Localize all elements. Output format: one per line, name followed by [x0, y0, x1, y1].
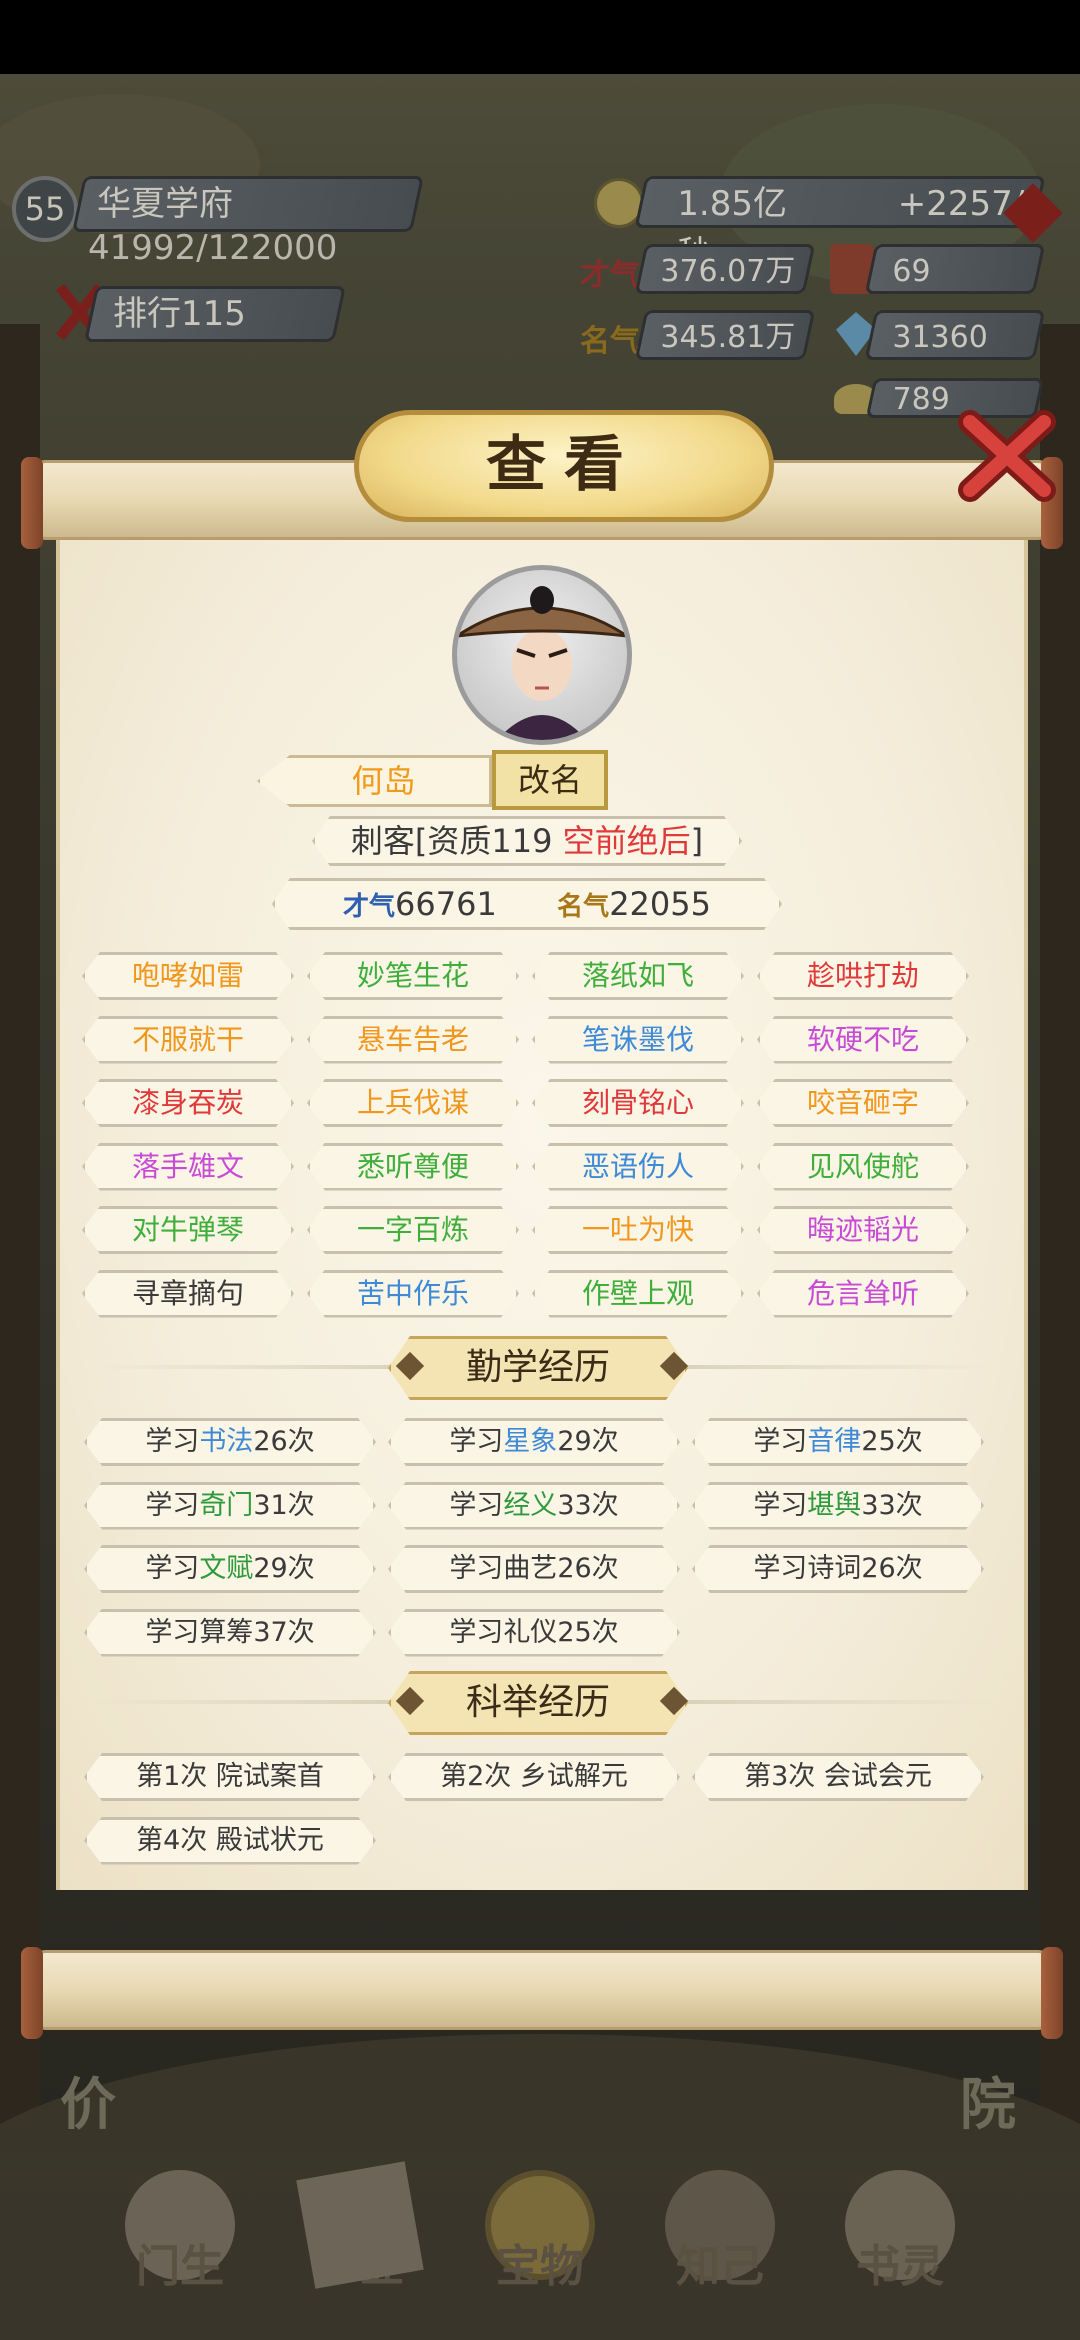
nav-treasure[interactable]: 宝物 — [460, 2170, 620, 2310]
scroll-bottom-rod — [21, 1947, 1063, 2039]
fame-bar: 345.81万 — [634, 310, 816, 360]
nav-industry[interactable]: 产业 — [280, 2161, 440, 2310]
academy-exp: 41992/122000 — [88, 228, 338, 268]
level-badge: 55 — [12, 176, 78, 242]
academy-name-bar[interactable]: 华夏学府 — [72, 176, 424, 232]
nav-book-spirit[interactable]: 书灵 — [820, 2170, 980, 2310]
ingot-value: 789 — [892, 382, 950, 417]
rank-value: 115 — [181, 294, 246, 334]
side-label-right: 院 — [960, 2073, 1016, 2138]
gem-bar: 31360 — [864, 310, 1046, 360]
nav-book-spirit-label: 书灵 — [856, 2241, 944, 2292]
rank-label: 排行 — [113, 294, 181, 334]
nav-disciples[interactable]: 门生 — [100, 2170, 260, 2310]
gem-value: 31360 — [892, 320, 988, 355]
exam-record: 第1次 院试案首 — [84, 1753, 376, 1801]
talent-value: 376.07万 — [660, 254, 796, 289]
talent-bar: 376.07万 — [634, 244, 816, 294]
character-detail-dialog: 查看 何岛 改名 刺客[资质119 空前绝后] 才气66761 名气22055 — [21, 410, 1063, 2039]
exam-grid: 第1次 院试案首 第2次 乡试解元 第3次 会试会元第4次 殿试状元 — [32, 420, 1052, 1920]
fame-label-icon: 名气 — [580, 324, 640, 359]
academy-name: 华夏学府 — [97, 184, 233, 224]
industry-icon — [296, 2161, 424, 2289]
nav-disciples-label: 门生 — [136, 2241, 224, 2292]
gold-value: 1.85亿 — [677, 184, 787, 224]
fame-value: 345.81万 — [660, 320, 796, 355]
gold-bar[interactable]: 1.85亿 +2257/秒 — [634, 176, 1046, 274]
rank-bar[interactable]: 排行115 — [84, 286, 346, 342]
exam-record: 第3次 会试会元 — [692, 1753, 984, 1801]
exam-record: 第4次 殿试状元 — [84, 1817, 376, 1865]
nav-confidant-label: 知己 — [676, 2241, 764, 2292]
nav-confidant[interactable]: 知己 — [640, 2170, 800, 2310]
side-label-left: 价 — [60, 2073, 116, 2138]
nav-treasure-label: 宝物 — [496, 2241, 584, 2292]
status-bar — [0, 0, 1080, 74]
book-bar: 69 — [864, 244, 1046, 294]
talent-label-icon: 才气 — [580, 258, 640, 293]
book-value: 69 — [892, 254, 931, 289]
exam-record: 第2次 乡试解元 — [388, 1753, 680, 1801]
